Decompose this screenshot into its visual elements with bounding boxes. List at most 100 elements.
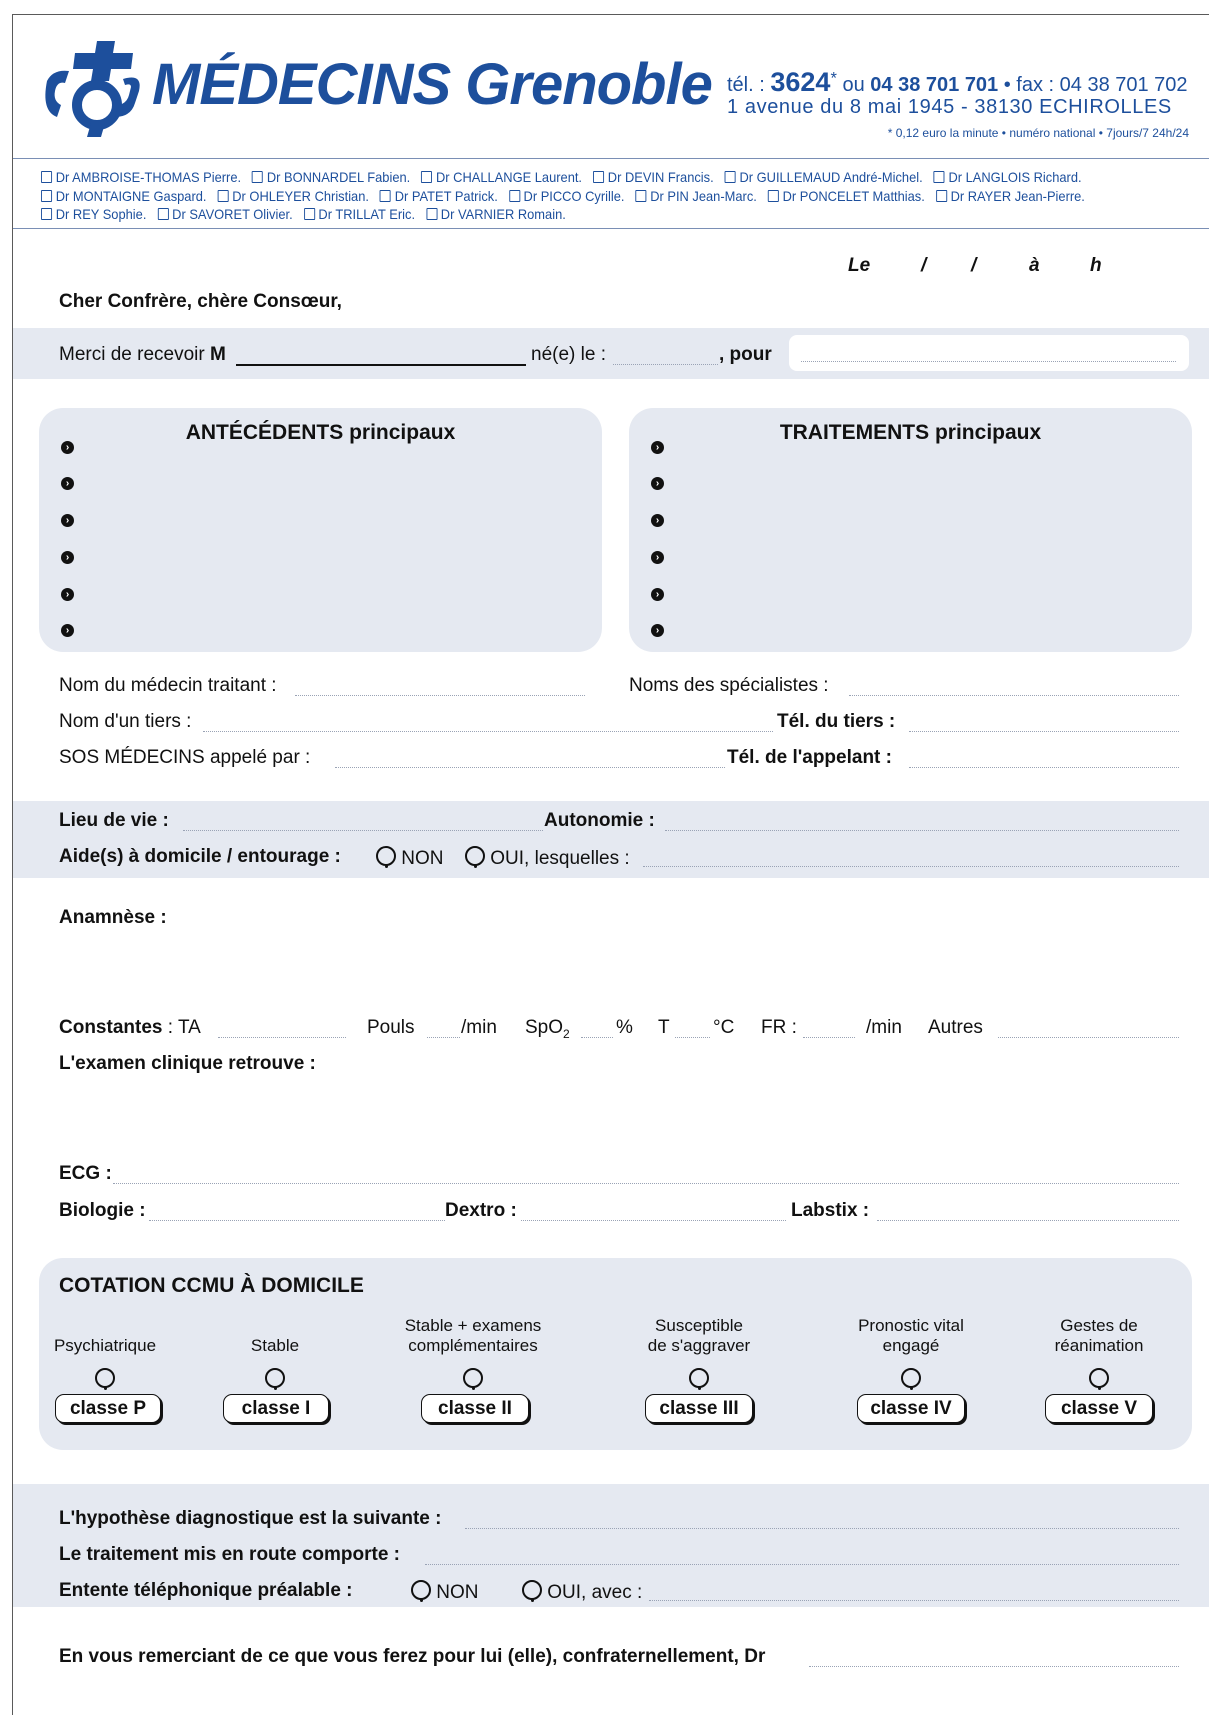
radio-icon[interactable] bbox=[465, 846, 485, 868]
checkbox-icon[interactable] bbox=[303, 208, 315, 220]
aide-non-option[interactable]: NON bbox=[376, 846, 444, 870]
traitement-field[interactable] bbox=[425, 1564, 1179, 1565]
radio-icon[interactable] bbox=[689, 1368, 709, 1390]
checkbox-icon[interactable] bbox=[252, 171, 264, 183]
doctor-item[interactable]: Dr PICCO Cyrille. bbox=[508, 187, 624, 206]
doctor-item[interactable]: Dr PATET Patrick. bbox=[380, 187, 498, 206]
radio-icon[interactable] bbox=[95, 1368, 115, 1390]
doctor-item[interactable]: Dr BONNARDEL Fabien. bbox=[252, 168, 410, 187]
antecedents-panel: ANTÉCÉDENTS principaux › › › › › › bbox=[39, 408, 602, 652]
class-ii-button[interactable]: classe II bbox=[421, 1394, 529, 1423]
radio-icon[interactable] bbox=[522, 1580, 542, 1602]
short-number: 3624 bbox=[770, 67, 831, 97]
radio-icon[interactable] bbox=[411, 1580, 431, 1602]
checkbox-icon[interactable] bbox=[724, 171, 736, 183]
bullet-icon: › bbox=[651, 588, 664, 601]
doctor-item[interactable]: Dr CHALLANGE Laurent. bbox=[421, 168, 582, 187]
tel-appelant-label: Tél. de l'appelant : bbox=[727, 747, 892, 768]
checkbox-icon[interactable] bbox=[426, 208, 438, 220]
doctor-item[interactable]: Dr DEVIN Francis. bbox=[593, 168, 714, 187]
dextro-field[interactable] bbox=[521, 1220, 786, 1221]
ccmu-class-p[interactable]: Psychiatrique classe P bbox=[49, 1316, 161, 1423]
class-iv-button[interactable]: classe IV bbox=[857, 1394, 965, 1423]
checkbox-icon[interactable] bbox=[217, 189, 229, 202]
specialistes-field[interactable] bbox=[849, 695, 1179, 696]
doctor-item[interactable]: Dr LANGLOIS Richard. bbox=[933, 168, 1082, 187]
fr-field[interactable] bbox=[803, 1037, 855, 1038]
ecg-field[interactable] bbox=[113, 1183, 1179, 1184]
checkbox-icon[interactable] bbox=[767, 189, 779, 202]
checkbox-icon[interactable] bbox=[933, 171, 945, 183]
autres-field[interactable] bbox=[998, 1037, 1179, 1038]
doctor-item[interactable]: Dr MONTAIGNE Gaspard. bbox=[41, 187, 206, 206]
diagnostic-field[interactable] bbox=[465, 1528, 1179, 1529]
doctor-item[interactable]: Dr RAYER Jean-Pierre. bbox=[935, 187, 1085, 206]
constantes-label: Constantes : TA bbox=[59, 1017, 201, 1038]
checkbox-icon[interactable] bbox=[935, 189, 947, 202]
entente-oui-option[interactable]: OUI, avec : bbox=[522, 1580, 642, 1604]
doctor-item[interactable]: Dr VARNIER Romain. bbox=[426, 205, 566, 224]
class-iii-button[interactable]: classe III bbox=[645, 1394, 753, 1423]
medecin-traitant-field[interactable] bbox=[295, 695, 585, 696]
doctor-item[interactable]: Dr REY Sophie. bbox=[41, 205, 146, 224]
checkbox-icon[interactable] bbox=[41, 189, 53, 202]
patient-name-field[interactable] bbox=[236, 364, 526, 366]
temp-field[interactable] bbox=[675, 1037, 710, 1038]
ccmu-class-v[interactable]: Gestes de réanimation classe V bbox=[1029, 1316, 1169, 1423]
entente-non-option[interactable]: NON bbox=[411, 1580, 479, 1604]
doctor-item[interactable]: Dr GUILLEMAUD André-Michel. bbox=[724, 168, 923, 187]
class-i-button[interactable]: classe I bbox=[223, 1394, 329, 1423]
reason-field[interactable] bbox=[801, 361, 1176, 362]
doctor-item[interactable]: Dr PIN Jean-Marc. bbox=[635, 187, 757, 206]
checkbox-icon[interactable] bbox=[380, 189, 392, 202]
ccmu-class-iv[interactable]: Pronostic vital engagé classe IV bbox=[829, 1316, 993, 1423]
traitements-title: TRAITEMENTS principaux bbox=[779, 421, 1042, 444]
checkbox-icon[interactable] bbox=[635, 189, 647, 202]
checkbox-icon[interactable] bbox=[41, 171, 53, 183]
doctor-item[interactable]: Dr AMBROISE-THOMAS Pierre. bbox=[41, 168, 241, 187]
ta-field[interactable] bbox=[218, 1037, 346, 1038]
class-p-button[interactable]: classe P bbox=[55, 1394, 161, 1423]
ccmu-class-iii[interactable]: Susceptible de s'aggraver classe III bbox=[617, 1316, 781, 1423]
radio-icon[interactable] bbox=[901, 1368, 921, 1390]
lieu-field[interactable] bbox=[183, 830, 543, 831]
checkbox-icon[interactable] bbox=[157, 208, 169, 220]
bullet-icon: › bbox=[651, 477, 664, 490]
labstix-label: Labstix : bbox=[791, 1200, 870, 1221]
radio-icon[interactable] bbox=[376, 846, 396, 868]
doctor-item[interactable]: Dr OHLEYER Christian. bbox=[217, 187, 369, 206]
radio-icon[interactable] bbox=[463, 1368, 483, 1390]
doctor-item[interactable]: Dr TRILLAT Eric. bbox=[303, 205, 415, 224]
header-divider bbox=[13, 158, 1209, 159]
class-v-button[interactable]: classe V bbox=[1045, 1394, 1153, 1423]
radio-icon[interactable] bbox=[1089, 1368, 1109, 1390]
doctor-list: Dr AMBROISE-THOMAS Pierre. Dr BONNARDEL F… bbox=[41, 168, 1099, 224]
tel-appelant-field[interactable] bbox=[909, 767, 1179, 768]
checkbox-icon[interactable] bbox=[41, 208, 53, 220]
ccmu-class-ii[interactable]: Stable + examens complémentaires classe … bbox=[391, 1316, 555, 1423]
specialistes-label: Noms des spécialistes : bbox=[629, 675, 829, 696]
appele-par-field[interactable] bbox=[335, 767, 725, 768]
entente-field[interactable] bbox=[649, 1600, 1179, 1601]
biologie-field[interactable] bbox=[149, 1220, 445, 1221]
aide-oui-option[interactable]: OUI, lesquelles : bbox=[465, 846, 630, 870]
aide-label: Aide(s) à domicile / entourage : bbox=[59, 846, 341, 867]
spo2-field[interactable] bbox=[581, 1037, 613, 1038]
labstix-field[interactable] bbox=[877, 1220, 1179, 1221]
radio-icon[interactable] bbox=[265, 1368, 285, 1390]
pouls-field[interactable] bbox=[427, 1037, 460, 1038]
aide-field[interactable] bbox=[643, 866, 1179, 867]
ccmu-class-i[interactable]: Stable classe I bbox=[219, 1316, 331, 1423]
reason-field-box[interactable] bbox=[789, 335, 1189, 371]
birthdate-field[interactable] bbox=[613, 364, 718, 365]
autonomie-field[interactable] bbox=[665, 830, 1179, 831]
checkbox-icon[interactable] bbox=[508, 189, 520, 202]
date-slash-2: / bbox=[971, 255, 977, 276]
checkbox-icon[interactable] bbox=[593, 171, 605, 183]
signature-field[interactable] bbox=[809, 1666, 1179, 1667]
tel-tiers-field[interactable] bbox=[909, 731, 1179, 732]
tiers-field[interactable] bbox=[203, 731, 773, 732]
checkbox-icon[interactable] bbox=[421, 171, 433, 183]
doctor-item[interactable]: Dr SAVORET Olivier. bbox=[157, 205, 293, 224]
doctor-item[interactable]: Dr PONCELET Matthias. bbox=[767, 187, 925, 206]
